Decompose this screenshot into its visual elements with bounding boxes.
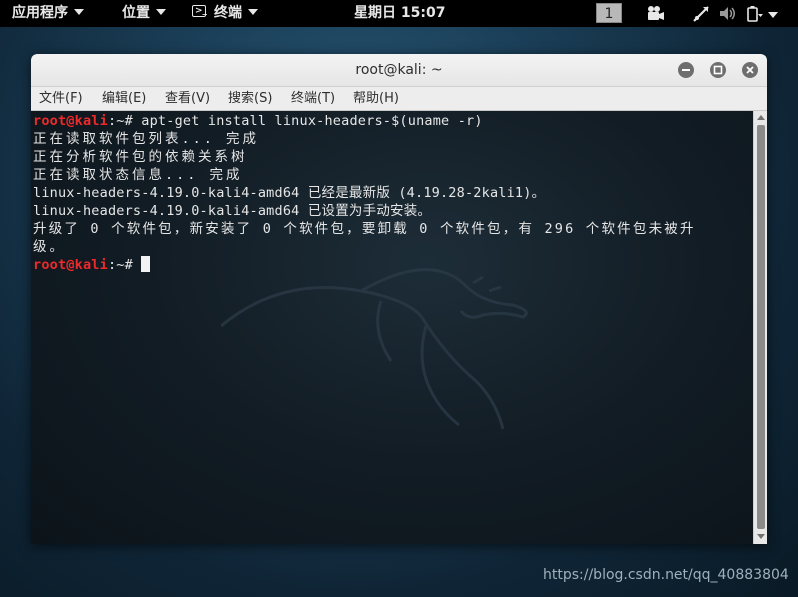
chevron-down-icon xyxy=(74,9,84,15)
close-icon xyxy=(746,66,754,74)
prompt-user: root@kali xyxy=(33,113,108,129)
scroll-up-icon[interactable] xyxy=(757,115,765,120)
scroll-down-icon[interactable] xyxy=(757,534,765,539)
output-line: linux-headers-4.19.0-kali4-amd64 已经是最新版 … xyxy=(33,185,546,201)
menu-view[interactable]: 查看(V) xyxy=(165,87,210,110)
menu-terminal[interactable]: 终端(T) xyxy=(291,87,335,110)
maximize-icon xyxy=(713,65,723,75)
output-line: 正在读取状态信息... 完成 xyxy=(33,167,243,183)
terminal-window: root@kali: ~ 文件(F) 编辑(E) 查看(V) 搜索(S) 终端(… xyxy=(31,54,767,544)
places-label: 位置 xyxy=(122,5,150,21)
battery-icon[interactable] xyxy=(746,5,764,23)
command-text: apt-get install linux-headers-$(uname -r… xyxy=(141,113,483,129)
terminal-app-label: 终端 xyxy=(214,5,242,21)
minimize-button[interactable] xyxy=(678,62,694,78)
window-title: root@kali: ~ xyxy=(355,62,443,78)
menu-bar: 文件(F) 编辑(E) 查看(V) 搜索(S) 终端(T) 帮助(H) xyxy=(31,87,767,111)
workspace-indicator[interactable]: 1 xyxy=(596,3,622,23)
applications-menu[interactable]: 应用程序 xyxy=(12,0,84,27)
applications-label: 应用程序 xyxy=(12,5,68,21)
prompt-line: root@kali:~# xyxy=(33,256,151,274)
clock[interactable]: 星期日 15:07 xyxy=(354,0,445,27)
volume-icon[interactable] xyxy=(719,5,739,22)
close-button[interactable] xyxy=(742,62,758,78)
prompt-suffix: :~# xyxy=(107,113,142,129)
output-line: 正在读取软件包列表... 完成 xyxy=(33,131,260,147)
terminal-app-menu[interactable]: >_ 终端 xyxy=(192,0,258,27)
terminal-icon: >_ xyxy=(192,5,207,17)
menu-file[interactable]: 文件(F) xyxy=(39,87,83,110)
scrollbar[interactable] xyxy=(753,111,767,544)
terminal-output[interactable]: root@kali:~# apt-get install linux-heade… xyxy=(31,111,753,544)
output-line: 升级了 0 个软件包，新安装了 0 个软件包，要卸载 0 个软件包，有 296 … xyxy=(33,221,696,237)
network-icon[interactable] xyxy=(692,5,710,22)
video-camera-icon[interactable] xyxy=(646,5,666,22)
output-line: 正在分析软件包的依赖关系树 xyxy=(33,149,248,165)
kali-dragon-logo xyxy=(221,268,528,430)
title-bar[interactable]: root@kali: ~ xyxy=(31,54,767,87)
menu-edit[interactable]: 编辑(E) xyxy=(102,87,146,110)
scroll-thumb[interactable] xyxy=(757,125,765,529)
top-panel: 应用程序 位置 >_ 终端 星期日 15:07 1 xyxy=(0,0,798,27)
chevron-down-icon[interactable] xyxy=(768,12,778,18)
menu-help[interactable]: 帮助(H) xyxy=(353,87,399,110)
chevron-down-icon xyxy=(248,9,258,15)
output-line: 级。 xyxy=(33,239,66,255)
prompt-user: root@kali xyxy=(33,257,108,273)
menu-search[interactable]: 搜索(S) xyxy=(228,87,272,110)
text-cursor xyxy=(141,256,151,272)
prompt-suffix: :~# xyxy=(107,257,142,273)
command-line: root@kali:~# apt-get install linux-heade… xyxy=(33,112,483,130)
places-menu[interactable]: 位置 xyxy=(122,0,166,27)
chevron-down-icon xyxy=(156,9,166,15)
watermark-text: https://blog.csdn.net/qq_40883804 xyxy=(543,567,789,583)
output-line: linux-headers-4.19.0-kali4-amd64 已设置为手动安… xyxy=(33,203,432,219)
maximize-button[interactable] xyxy=(710,62,726,78)
minimize-icon xyxy=(682,69,690,71)
